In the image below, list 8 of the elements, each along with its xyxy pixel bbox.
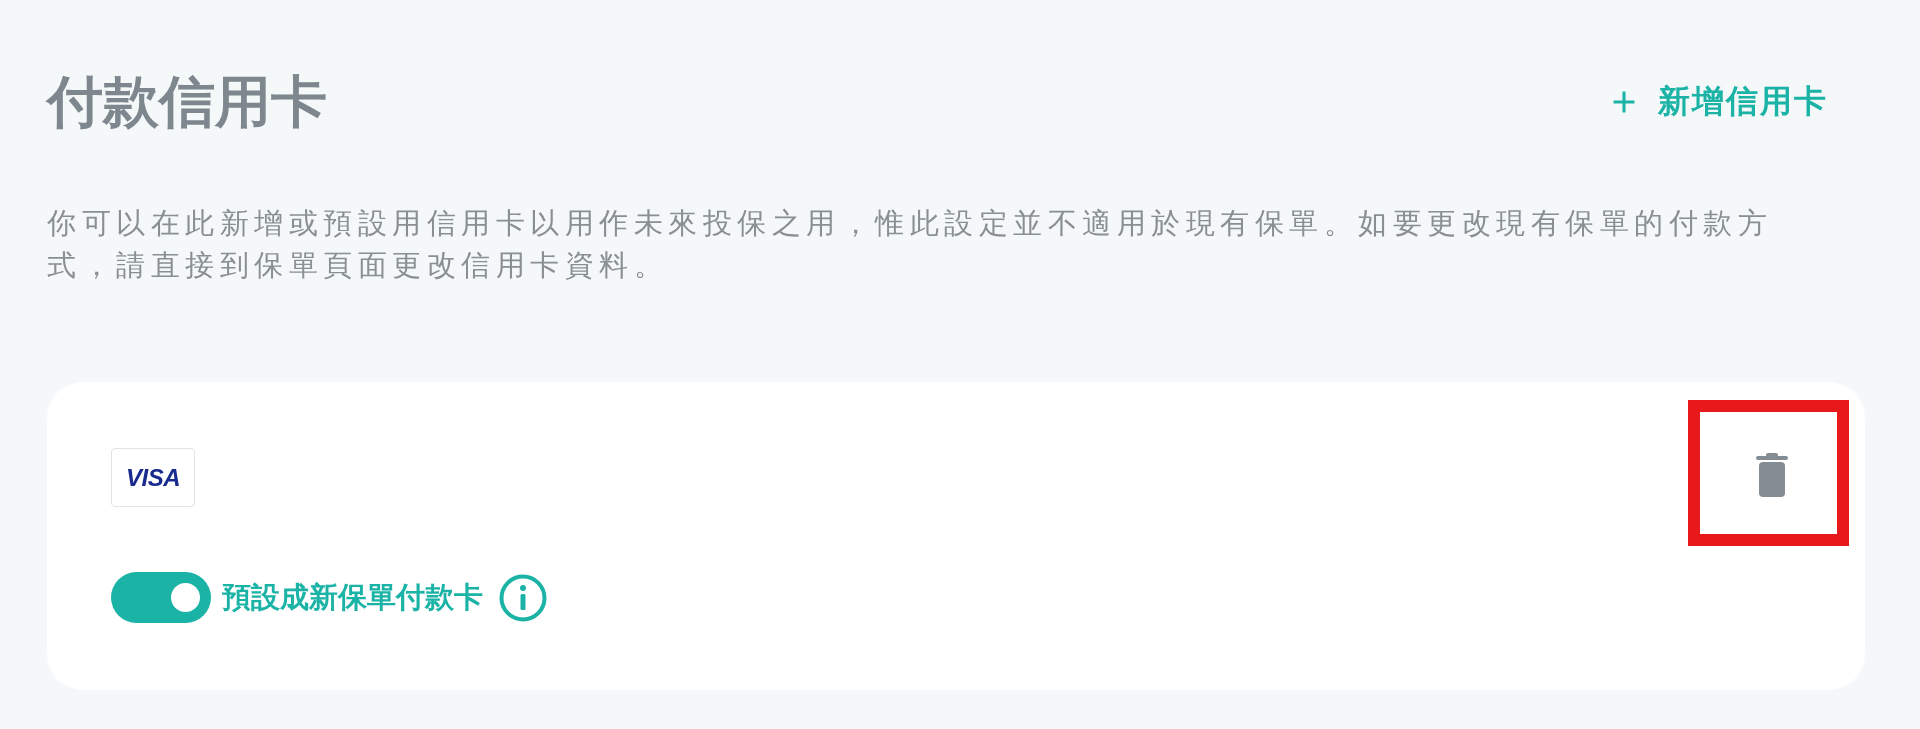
trash-icon bbox=[1755, 452, 1789, 498]
toggle-label: 預設成新保單付款卡 bbox=[222, 579, 483, 615]
description-text: 你可以在此新增或預設用信用卡以用作未來投保之用，惟此設定並不適用於現有保單。如要更改現有保單的付款方式，請直接到保單頁面更改信用卡資料。 bbox=[47, 206, 1773, 283]
visa-logo: VISA bbox=[111, 448, 195, 507]
info-icon[interactable] bbox=[499, 573, 547, 622]
add-card-link[interactable]: 新增信用卡 bbox=[1610, 80, 1828, 124]
page-title: 付款信用卡 bbox=[47, 69, 327, 135]
default-toggle[interactable] bbox=[111, 572, 211, 623]
